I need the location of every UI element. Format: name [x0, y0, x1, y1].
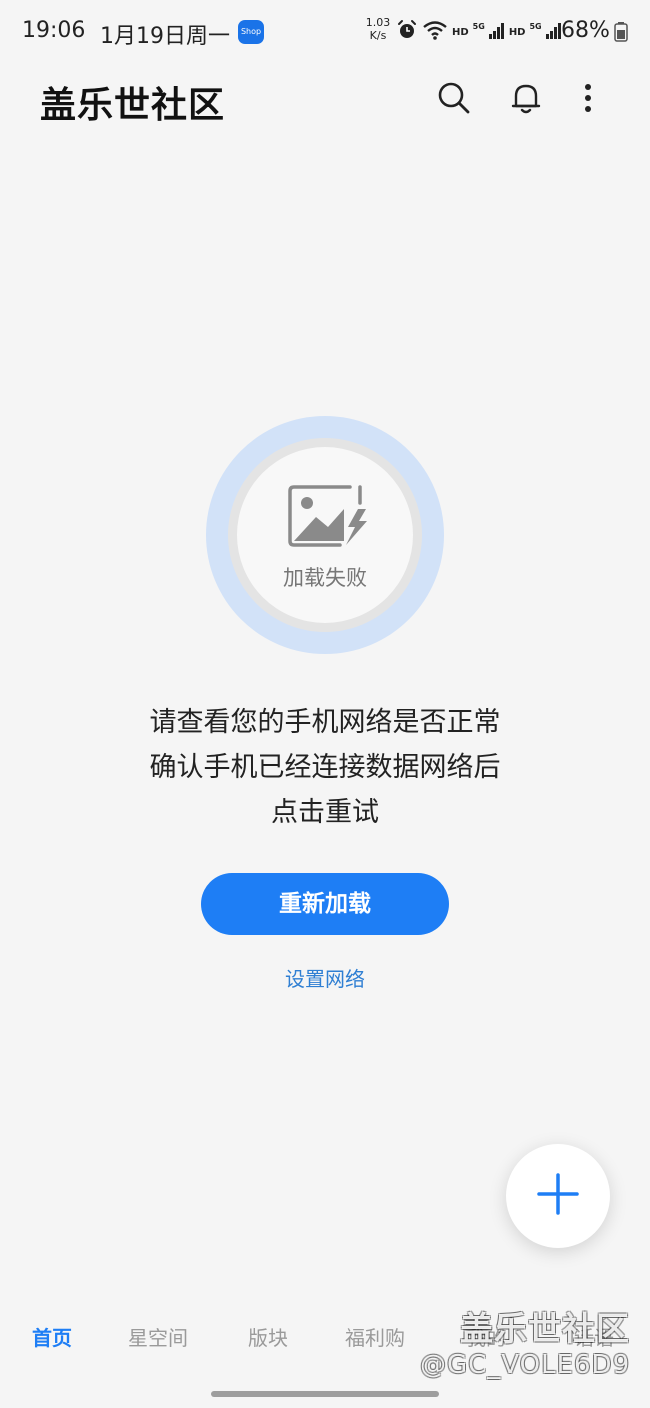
alarm-icon [396, 19, 418, 45]
reload-button[interactable]: 重新加载 [201, 873, 449, 935]
notifications-button[interactable] [506, 80, 546, 120]
watermark-logo: 盖乐世社区 [460, 1309, 630, 1348]
network-speed-unit: K/s [369, 29, 387, 42]
plus-icon [536, 1172, 580, 1220]
error-message-line: 点击重试 [271, 797, 379, 828]
signal-icon [545, 21, 562, 43]
network-settings-link[interactable]: 设置网络 [200, 963, 450, 992]
network-type-label: 5G [529, 21, 542, 31]
error-message: 请查看您的手机网络是否正常 确认手机已经连接数据网络后 点击重试 [40, 700, 610, 835]
load-failed-caption: 加载失败 [283, 566, 367, 590]
status-date: 1月19日周一 [100, 24, 230, 49]
watermark-username: @GC_VOLE6D9 [420, 1350, 631, 1380]
nav-item-space[interactable]: 星空间 [128, 1322, 188, 1351]
status-icons: HD 5G HD 5G [396, 18, 562, 46]
search-icon [437, 81, 471, 119]
home-indicator[interactable] [211, 1391, 439, 1397]
network-speed: 1.03 K/s [364, 16, 392, 42]
hd-label: HD [508, 26, 526, 38]
nav-item-perks[interactable]: 福利购 [345, 1322, 405, 1351]
shop-notification-icon: Shop [238, 20, 264, 44]
signal-icon [488, 21, 505, 43]
bell-icon [511, 81, 541, 119]
battery-percentage: 68% [561, 18, 610, 43]
nav-item-home[interactable]: 首页 [32, 1322, 72, 1351]
network-type-label: 5G [472, 21, 485, 31]
wifi-icon [422, 19, 448, 45]
broken-image-icon [288, 485, 372, 553]
search-button[interactable] [434, 80, 474, 120]
network-speed-value: 1.03 [365, 16, 391, 29]
hd-label: HD [452, 26, 469, 38]
create-post-button[interactable] [506, 1144, 610, 1248]
nav-item-boards[interactable]: 版块 [248, 1322, 288, 1351]
more-options-button[interactable] [568, 80, 608, 120]
status-bar: 19:06 1月19日周一 Shop 1.03 K/s HD 5G HD 5G … [0, 0, 650, 64]
error-message-line: 请查看您的手机网络是否正常 [149, 707, 501, 738]
status-time: 19:06 [22, 18, 86, 43]
page-title: 盖乐世社区 [40, 85, 226, 126]
battery-icon [614, 22, 628, 42]
more-vertical-icon [583, 82, 593, 118]
error-message-line: 确认手机已经连接数据网络后 [149, 752, 501, 783]
